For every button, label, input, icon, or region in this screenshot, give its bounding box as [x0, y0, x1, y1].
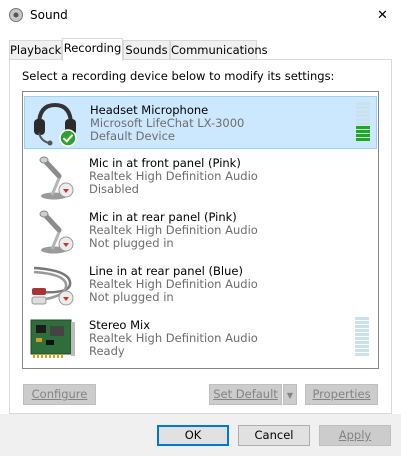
- device-status: Not plugged in: [89, 290, 174, 304]
- level-meter-segment: [356, 130, 370, 133]
- set-default-button[interactable]: Set Default: [209, 384, 282, 405]
- level-meter-segment: [355, 333, 369, 336]
- device-name: Mic in at rear panel (Pink): [89, 210, 237, 224]
- device-status: Not plugged in: [89, 236, 174, 250]
- device-driver: Realtek High Definition Audio: [89, 331, 258, 345]
- device-driver: Realtek High Definition Audio: [89, 277, 258, 291]
- device-name: Stereo Mix: [89, 318, 151, 332]
- microphone-icon: [28, 152, 78, 202]
- device-driver: Realtek High Definition Audio: [89, 223, 258, 237]
- level-meter-segment: [356, 114, 370, 117]
- device-row-mic-front-panel[interactable]: Mic in at front panel (Pink) Realtek Hig…: [24, 150, 377, 203]
- tab-communications[interactable]: Communications: [170, 40, 268, 59]
- level-meter-segment: [355, 317, 369, 320]
- speaker-app-icon: [8, 7, 24, 23]
- cancel-button[interactable]: Cancel: [238, 425, 310, 446]
- device-status: Ready: [89, 344, 125, 358]
- level-meter-segment: [356, 102, 370, 105]
- device-name: Mic in at front panel (Pink): [89, 156, 241, 170]
- tab-sounds[interactable]: Sounds: [123, 40, 170, 59]
- device-name: Line in at rear panel (Blue): [89, 264, 243, 278]
- set-default-label: Set Default: [213, 387, 278, 401]
- level-meter-segment: [356, 110, 370, 113]
- level-meter-segment: [355, 341, 369, 344]
- tab-recording[interactable]: Recording: [62, 38, 123, 61]
- sound-card-icon: [28, 314, 78, 364]
- level-meter-segment: [356, 122, 370, 125]
- level-meter-segment: [356, 106, 370, 109]
- device-row-stereo-mix[interactable]: Stereo Mix Realtek High Definition Audio…: [24, 312, 377, 365]
- device-status: Default Device: [90, 129, 176, 143]
- properties-label: Properties: [312, 387, 371, 401]
- device-driver: Microsoft LifeChat LX-3000: [90, 116, 245, 130]
- device-list: Headset Microphone Microsoft LifeChat LX…: [22, 91, 379, 369]
- level-meter-segment: [356, 138, 370, 141]
- level-meter-segment: [355, 321, 369, 324]
- ok-button[interactable]: OK: [157, 425, 229, 446]
- level-meter-segment: [355, 345, 369, 348]
- level-meter-segment: [356, 118, 370, 121]
- device-status: Disabled: [89, 182, 139, 196]
- close-icon: ✕: [377, 8, 388, 23]
- set-default-dropdown-button[interactable]: ▼: [283, 384, 297, 405]
- device-name: Headset Microphone: [90, 103, 209, 117]
- instruction-text: Select a recording device below to modif…: [22, 69, 335, 83]
- configure-label: Configure: [31, 387, 88, 401]
- down-arrow-badge-icon: [58, 290, 74, 309]
- window-title: Sound: [30, 8, 68, 22]
- level-meter-segment: [355, 329, 369, 332]
- level-meter: [355, 317, 369, 357]
- microphone-icon: [28, 206, 78, 256]
- device-row-mic-rear-panel[interactable]: Mic in at rear panel (Pink) Realtek High…: [24, 204, 377, 257]
- configure-button[interactable]: Configure: [23, 384, 96, 405]
- properties-button[interactable]: Properties: [305, 384, 378, 405]
- title-bar: Sound ✕: [0, 0, 401, 31]
- check-badge-icon: [59, 129, 77, 150]
- rca-cable-icon: [28, 260, 78, 310]
- down-arrow-badge-icon: [58, 236, 74, 255]
- device-row-line-in-rear-panel[interactable]: Line in at rear panel (Blue) Realtek Hig…: [24, 258, 377, 311]
- tab-playback[interactable]: Playback: [9, 40, 62, 59]
- level-meter-segment: [355, 349, 369, 352]
- device-row-headset-microphone[interactable]: Headset Microphone Microsoft LifeChat LX…: [24, 96, 377, 149]
- level-meter-segment: [356, 126, 370, 129]
- headset-icon: [29, 99, 79, 149]
- apply-label: Apply: [338, 428, 372, 442]
- device-driver: Realtek High Definition Audio: [89, 169, 258, 183]
- apply-button[interactable]: Apply: [319, 425, 391, 446]
- level-meter-segment: [355, 353, 369, 356]
- level-meter-segment: [356, 134, 370, 137]
- level-meter: [356, 102, 370, 142]
- close-button[interactable]: ✕: [364, 0, 401, 31]
- level-meter-segment: [355, 337, 369, 340]
- level-meter-segment: [355, 325, 369, 328]
- down-arrow-badge-icon: [58, 182, 74, 201]
- chevron-down-icon: ▼: [286, 391, 294, 400]
